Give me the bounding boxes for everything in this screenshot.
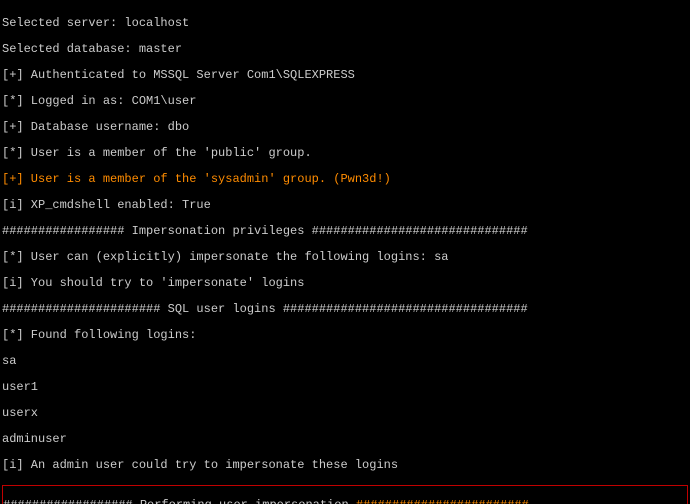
line-public: [*] User is a member of the 'public' gro… <box>2 147 688 160</box>
line-xpcmd: [i] XP_cmdshell enabled: True <box>2 199 688 212</box>
login-user1: user1 <box>2 381 688 394</box>
line-database: Selected database: master <box>2 43 688 56</box>
line-server: Selected server: localhost <box>2 17 688 30</box>
line-impersonation-header: ################# Impersonation privileg… <box>2 225 688 238</box>
line-admin-tip: [i] An admin user could try to impersona… <box>2 459 688 472</box>
line-dbuser: [+] Database username: dbo <box>2 121 688 134</box>
terminal-output: Selected server: localhost Selected data… <box>0 0 690 504</box>
line-tip-impersonate: [i] You should try to 'impersonate' logi… <box>2 277 688 290</box>
line-sqluserlogins-header: ###################### SQL user logins #… <box>2 303 688 316</box>
impersonation-box: ################## Performing user imper… <box>2 485 688 504</box>
line-found-logins: [*] Found following logins: <box>2 329 688 342</box>
login-adminuser: adminuser <box>2 433 688 446</box>
imp-header-b: ######################## <box>356 498 529 504</box>
login-userx: userx <box>2 407 688 420</box>
line-sysadmin: [+] User is a member of the 'sysadmin' g… <box>2 173 688 186</box>
line-impersonation2-header: ################## Performing user imper… <box>3 499 687 504</box>
line-login: [*] Logged in as: COM1\user <box>2 95 688 108</box>
login-sa: sa <box>2 355 688 368</box>
imp-header-a: ################## Performing user imper… <box>3 498 356 504</box>
line-auth: [+] Authenticated to MSSQL Server Com1\S… <box>2 69 688 82</box>
line-can-impersonate: [*] User can (explicitly) impersonate th… <box>2 251 688 264</box>
